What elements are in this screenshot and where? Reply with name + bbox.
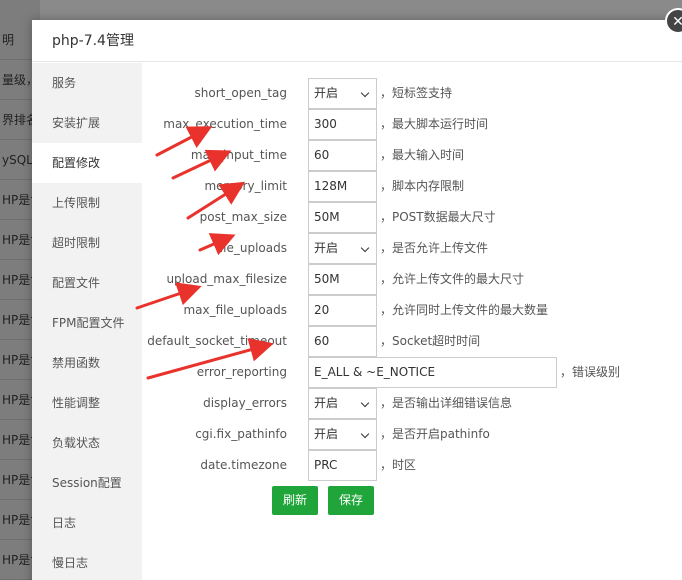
- save-button[interactable]: 保存: [328, 486, 375, 515]
- setting-label: max_execution_time: [163, 117, 287, 131]
- setting-select[interactable]: 开启: [308, 419, 377, 450]
- setting-input[interactable]: E_ALL & ~E_NOTICE: [308, 357, 557, 388]
- setting-row: default_socket_timeout 60 ，Socket超时时间: [142, 326, 672, 357]
- setting-value: 128M: [314, 179, 348, 193]
- setting-select[interactable]: 开启: [308, 233, 377, 264]
- setting-description: ，时区: [380, 458, 417, 472]
- setting-value: 300: [314, 117, 337, 131]
- setting-label: max_file_uploads: [183, 303, 287, 317]
- setting-description: ，是否输出详细错误信息: [380, 396, 513, 410]
- setting-input[interactable]: 60: [308, 326, 377, 357]
- setting-label: file_uploads: [215, 241, 287, 255]
- setting-row: max_file_uploads 20 ，允许同时上传文件的最大数量: [142, 295, 672, 326]
- setting-input[interactable]: 300: [308, 109, 377, 140]
- setting-description: ，最大输入时间: [380, 148, 465, 162]
- setting-description: ，是否允许上传文件: [380, 241, 489, 255]
- settings-sidebar: 服务 安装扩展 配置修改 上传限制 超时限制 配置文件 FPM配置文件 禁用函数 性能调整 负载状…: [32, 63, 142, 580]
- setting-select[interactable]: 开启: [308, 78, 377, 109]
- sidebar-item[interactable]: 负载状态: [32, 423, 142, 463]
- setting-row: post_max_size 50M ，POST数据最大尺寸: [142, 202, 672, 233]
- setting-input[interactable]: 50M: [308, 264, 377, 295]
- setting-value: 开启: [314, 86, 339, 100]
- sidebar-item[interactable]: 上传限制: [32, 183, 142, 223]
- sidebar-item[interactable]: 性能调整: [32, 383, 142, 423]
- setting-label: short_open_tag: [194, 86, 287, 100]
- setting-row: upload_max_filesize 50M ，允许上传文件的最大尺寸: [142, 264, 672, 295]
- setting-description: ，错误级别: [560, 365, 621, 379]
- sidebar-item[interactable]: 配置修改: [32, 143, 142, 183]
- sidebar-item[interactable]: FPM配置文件: [32, 303, 142, 343]
- setting-value: 60: [314, 334, 330, 348]
- setting-row: memory_limit 128M ，脚本内存限制: [142, 171, 672, 202]
- setting-description: ，允许同时上传文件的最大数量: [380, 303, 549, 317]
- setting-label: post_max_size: [199, 210, 287, 224]
- setting-description: ，是否开启pathinfo: [380, 427, 490, 441]
- setting-row: error_reporting E_ALL & ~E_NOTICE ，错误级别: [142, 357, 672, 388]
- setting-label: display_errors: [203, 396, 287, 410]
- setting-value: 50M: [314, 272, 340, 286]
- setting-row: cgi.fix_pathinfo 开启 ，是否开启pathinfo: [142, 419, 672, 450]
- setting-value: E_ALL & ~E_NOTICE: [314, 365, 436, 379]
- sidebar-item[interactable]: 安装扩展: [32, 103, 142, 143]
- setting-label: upload_max_filesize: [166, 272, 287, 286]
- setting-row: max_execution_time 300 ，最大脚本运行时间: [142, 109, 672, 140]
- setting-label: date.timezone: [200, 458, 287, 472]
- setting-description: ，脚本内存限制: [380, 179, 465, 193]
- setting-value: 开启: [314, 396, 339, 410]
- setting-description: ，允许上传文件的最大尺寸: [380, 272, 525, 286]
- sidebar-item[interactable]: 超时限制: [32, 223, 142, 263]
- setting-row: file_uploads 开启 ，是否允许上传文件: [142, 233, 672, 264]
- setting-row: max_input_time 60 ，最大输入时间: [142, 140, 672, 171]
- setting-value: 开启: [314, 241, 339, 255]
- setting-value: 20: [314, 303, 330, 317]
- setting-label: memory_limit: [204, 179, 287, 193]
- setting-description: ，POST数据最大尺寸: [380, 210, 496, 224]
- setting-value: PRC: [314, 458, 338, 472]
- setting-label: default_socket_timeout: [147, 334, 287, 348]
- setting-row: short_open_tag 开启 ，短标签支持: [142, 78, 672, 109]
- setting-label: max_input_time: [190, 148, 287, 162]
- setting-input[interactable]: 60: [308, 140, 377, 171]
- setting-select[interactable]: 开启: [308, 388, 377, 419]
- setting-value: 开启: [314, 427, 339, 441]
- setting-description: ，短标签支持: [380, 86, 453, 100]
- sidebar-item[interactable]: 配置文件: [32, 263, 142, 303]
- setting-value: 50M: [314, 210, 340, 224]
- setting-value: 60: [314, 148, 330, 162]
- setting-input[interactable]: 50M: [308, 202, 377, 233]
- sidebar-item[interactable]: 服务: [32, 63, 142, 103]
- setting-description: ，Socket超时时间: [380, 334, 481, 348]
- setting-label: cgi.fix_pathinfo: [195, 427, 287, 441]
- setting-input[interactable]: 20: [308, 295, 377, 326]
- setting-row: date.timezone PRC ，时区: [142, 450, 672, 481]
- sidebar-item[interactable]: 慢日志: [32, 543, 142, 580]
- sidebar-item[interactable]: 禁用函数: [32, 343, 142, 383]
- sidebar-item[interactable]: 日志: [32, 503, 142, 543]
- refresh-button[interactable]: 刷新: [272, 486, 319, 515]
- sidebar-item[interactable]: Session配置: [32, 463, 142, 503]
- setting-row: display_errors 开启 ，是否输出详细错误信息: [142, 388, 672, 419]
- setting-label: error_reporting: [196, 365, 287, 379]
- setting-input[interactable]: 128M: [308, 171, 377, 202]
- dialog-title: php-7.4管理: [32, 20, 682, 62]
- setting-description: ，最大脚本运行时间: [380, 117, 489, 131]
- setting-input[interactable]: PRC: [308, 450, 377, 481]
